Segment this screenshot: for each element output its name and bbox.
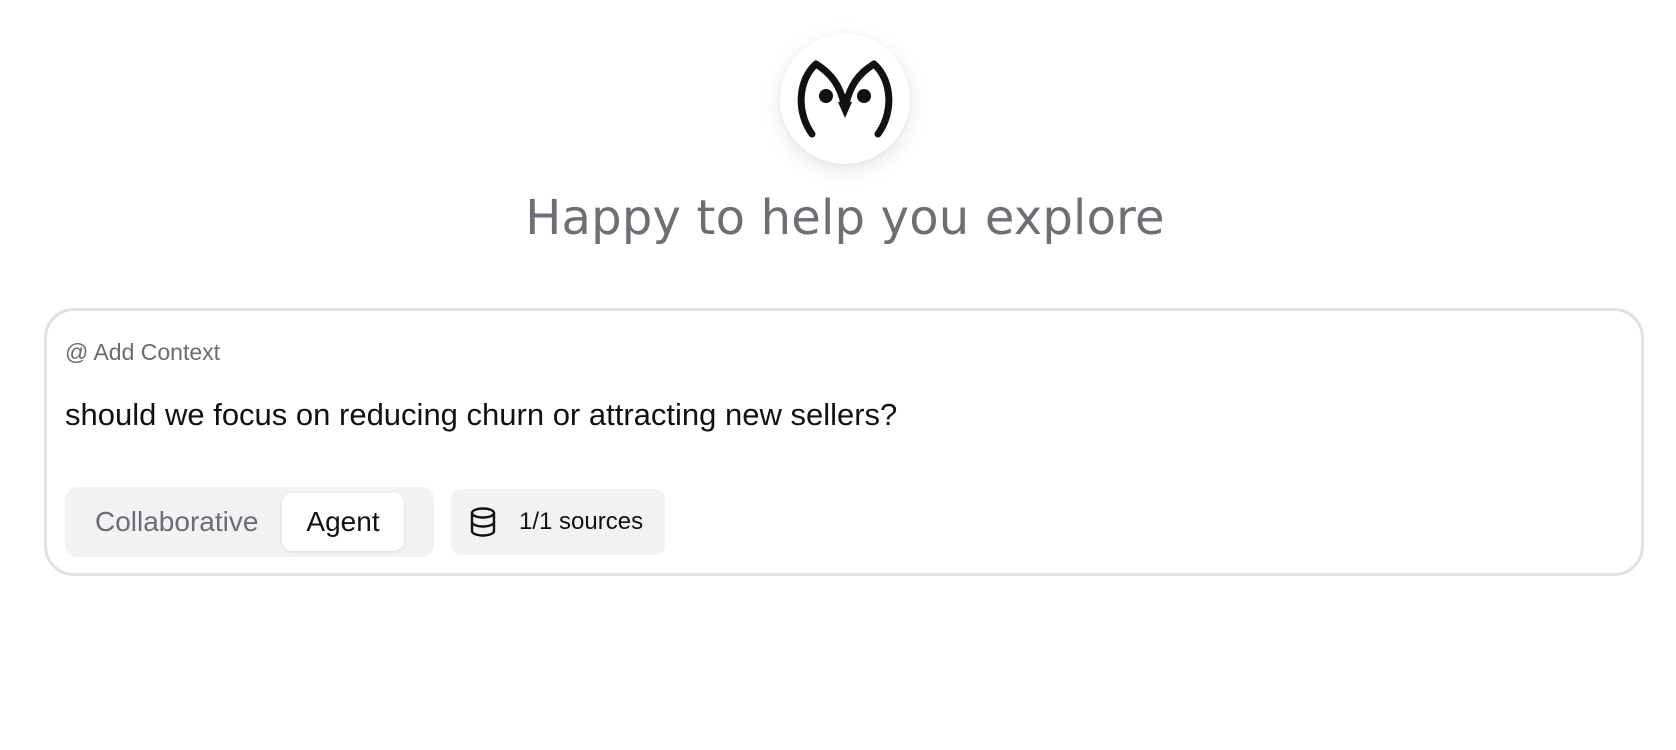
chat-composer: @ Add Context Collaborative Agent 1/1 so… bbox=[44, 308, 1644, 576]
owl-logo-icon bbox=[797, 60, 893, 138]
mode-collaborative-button[interactable]: Collaborative bbox=[71, 493, 282, 551]
add-context-button[interactable]: @ Add Context bbox=[65, 339, 220, 366]
page: Happy to help you explore @ Add Context … bbox=[0, 0, 1676, 750]
query-input[interactable] bbox=[65, 397, 1605, 433]
sources-button[interactable]: 1/1 sources bbox=[451, 489, 665, 555]
mode-toggle: Collaborative Agent bbox=[65, 487, 434, 557]
sources-label: 1/1 sources bbox=[519, 508, 644, 535]
page-title: Happy to help you explore bbox=[525, 190, 1165, 246]
database-icon bbox=[470, 507, 496, 537]
owl-logo bbox=[780, 34, 910, 164]
mode-agent-button[interactable]: Agent bbox=[282, 493, 404, 551]
